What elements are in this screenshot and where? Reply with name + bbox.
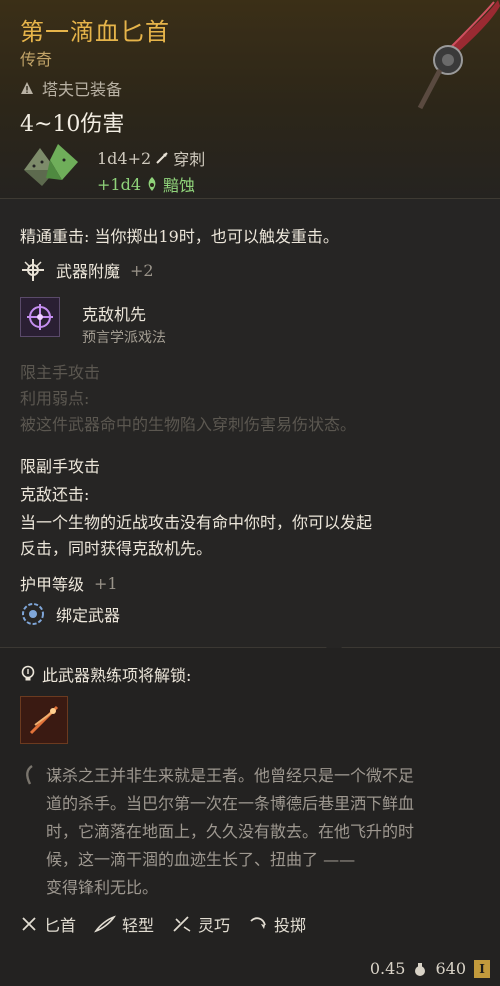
bound-weapon-label: 绑定武器 bbox=[56, 606, 121, 625]
off-hand-title: 限副手攻击 bbox=[20, 457, 101, 476]
item-tooltip: 第一滴血匕首 传奇 塔夫已装备 4~10伤害 1d4+2 穿刺 +1d4 黯蚀 … bbox=[0, 0, 500, 986]
damage-secondary-row: +1d4 黯蚀 bbox=[97, 172, 195, 196]
thrown-icon bbox=[250, 917, 266, 929]
lore-text: 谋杀之王并非生来就是王者。他曾经只是一个微不足 道的杀手。当巴尔第一次在一条博德… bbox=[46, 762, 446, 902]
lore-line-4: 候，这一滴干涸的血迹生长了、扭曲了 —— bbox=[46, 850, 356, 869]
true-strike-spell-icon[interactable] bbox=[20, 297, 60, 337]
mastery-unlock-row: 此武器熟练项将解锁: bbox=[20, 662, 191, 686]
tag-light-label: 轻型 bbox=[122, 916, 155, 935]
tag-finesse-label: 灵巧 bbox=[198, 916, 231, 935]
equipped-text: 塔夫已装备 bbox=[42, 80, 123, 99]
item-value: 640 bbox=[435, 959, 466, 978]
finesse-icon bbox=[173, 916, 191, 932]
armor-class-label: 护甲等级 bbox=[20, 575, 85, 594]
lightbulb-icon bbox=[21, 665, 35, 681]
item-stats: 0.45 640 I bbox=[370, 959, 490, 978]
gold-icon: I bbox=[474, 959, 490, 978]
off-hand-description-1: 当一个生物的近战攻击没有命中你时，你可以发起 bbox=[20, 513, 373, 532]
tooltip-properties: 精通重击: 当你掷出19时，也可以触发重击。 武器附魔 +2 克敌机先 预言学派… bbox=[0, 199, 500, 657]
crosshair-icon bbox=[27, 304, 53, 330]
dice-icon bbox=[24, 144, 78, 186]
damage-secondary-type: 黯蚀 bbox=[163, 176, 196, 195]
coin-bag-icon bbox=[415, 962, 426, 976]
damage-primary-type: 穿刺 bbox=[173, 150, 206, 169]
warning-icon bbox=[21, 82, 33, 94]
main-hand-subtitle: 利用弱点: bbox=[20, 389, 90, 408]
damage-secondary: +1d4 bbox=[97, 174, 142, 194]
item-rarity: 传奇 bbox=[20, 50, 53, 69]
tag-thrown-label: 投掷 bbox=[274, 916, 307, 935]
lore-line-3: 时，它滴落在地面上，久久没有散去。在他飞升的时 bbox=[46, 822, 415, 841]
enchantment-value: +2 bbox=[130, 260, 154, 280]
enchantment-row: 武器附魔 +2 bbox=[20, 257, 154, 283]
armor-class-row: 护甲等级 +1 bbox=[20, 571, 118, 595]
main-hand-title: 限主手攻击 bbox=[20, 363, 101, 382]
item-weight: 0.45 bbox=[369, 959, 406, 978]
feather-icon bbox=[94, 915, 116, 933]
off-hand-subtitle: 克敌还击: bbox=[20, 485, 90, 504]
necrotic-icon bbox=[148, 177, 156, 191]
lore-line-2: 道的杀手。当巴尔第一次在一条博德后巷里洒下鲜血 bbox=[46, 794, 415, 813]
lore-line-5: 变得锋利无比。 bbox=[46, 878, 159, 897]
tag-thrown: 投掷 bbox=[248, 912, 306, 936]
damage-range: 4~10伤害 bbox=[20, 112, 125, 137]
equipped-status: 塔夫已装备 bbox=[20, 76, 122, 100]
damage-primary: 1d4+2 bbox=[97, 148, 152, 168]
enchantment-icon bbox=[22, 259, 44, 281]
bound-weapon-icon bbox=[22, 603, 44, 625]
item-name: 第一滴血匕首 bbox=[20, 18, 170, 46]
spell-school: 预言学派戏法 bbox=[82, 330, 166, 346]
damage-primary-row: 1d4+2 穿刺 bbox=[97, 146, 205, 170]
tag-light: 轻型 bbox=[94, 912, 154, 936]
bound-weapon-row[interactable]: 绑定武器 bbox=[20, 601, 120, 627]
off-hand-description-2: 反击，同时获得克敌机先。 bbox=[20, 539, 213, 558]
piercing-icon bbox=[156, 152, 168, 164]
lore-line-1: 谋杀之王并非生来就是王者。他曾经只是一个微不足 bbox=[46, 766, 415, 785]
tooltip-header: 第一滴血匕首 传奇 塔夫已装备 4~10伤害 1d4+2 穿刺 +1d4 黯蚀 bbox=[0, 0, 500, 199]
weapon-action-icon[interactable] bbox=[20, 696, 68, 744]
spell-name: 克敌机先 bbox=[82, 305, 147, 324]
dagger-image bbox=[417, 0, 500, 110]
mastery-unlock-text: 此武器熟练项将解锁: bbox=[42, 666, 192, 685]
tooltip-footer: 此武器熟练项将解锁: 谋杀之王并非生来就是王者。他曾经只是一个微不足 道的杀手。… bbox=[0, 648, 500, 986]
weapon-tags: 匕首 轻型 灵巧 投掷 bbox=[20, 912, 306, 936]
tag-dagger-label: 匕首 bbox=[44, 916, 77, 935]
armor-class-value: +1 bbox=[94, 573, 118, 593]
enchantment-label: 武器附魔 bbox=[56, 262, 121, 281]
dagger-icon bbox=[22, 917, 36, 931]
main-hand-description: 被这件武器命中的生物陷入穿刺伤害易伤状态。 bbox=[20, 415, 357, 434]
master-crit-text: 精通重击: 当你掷出19时，也可以触发重击。 bbox=[20, 227, 339, 246]
spell-row[interactable] bbox=[20, 297, 60, 337]
tag-dagger: 匕首 bbox=[20, 912, 76, 936]
tag-finesse: 灵巧 bbox=[172, 912, 230, 936]
quote-mark-icon bbox=[26, 765, 33, 785]
slash-action-icon bbox=[29, 705, 59, 735]
